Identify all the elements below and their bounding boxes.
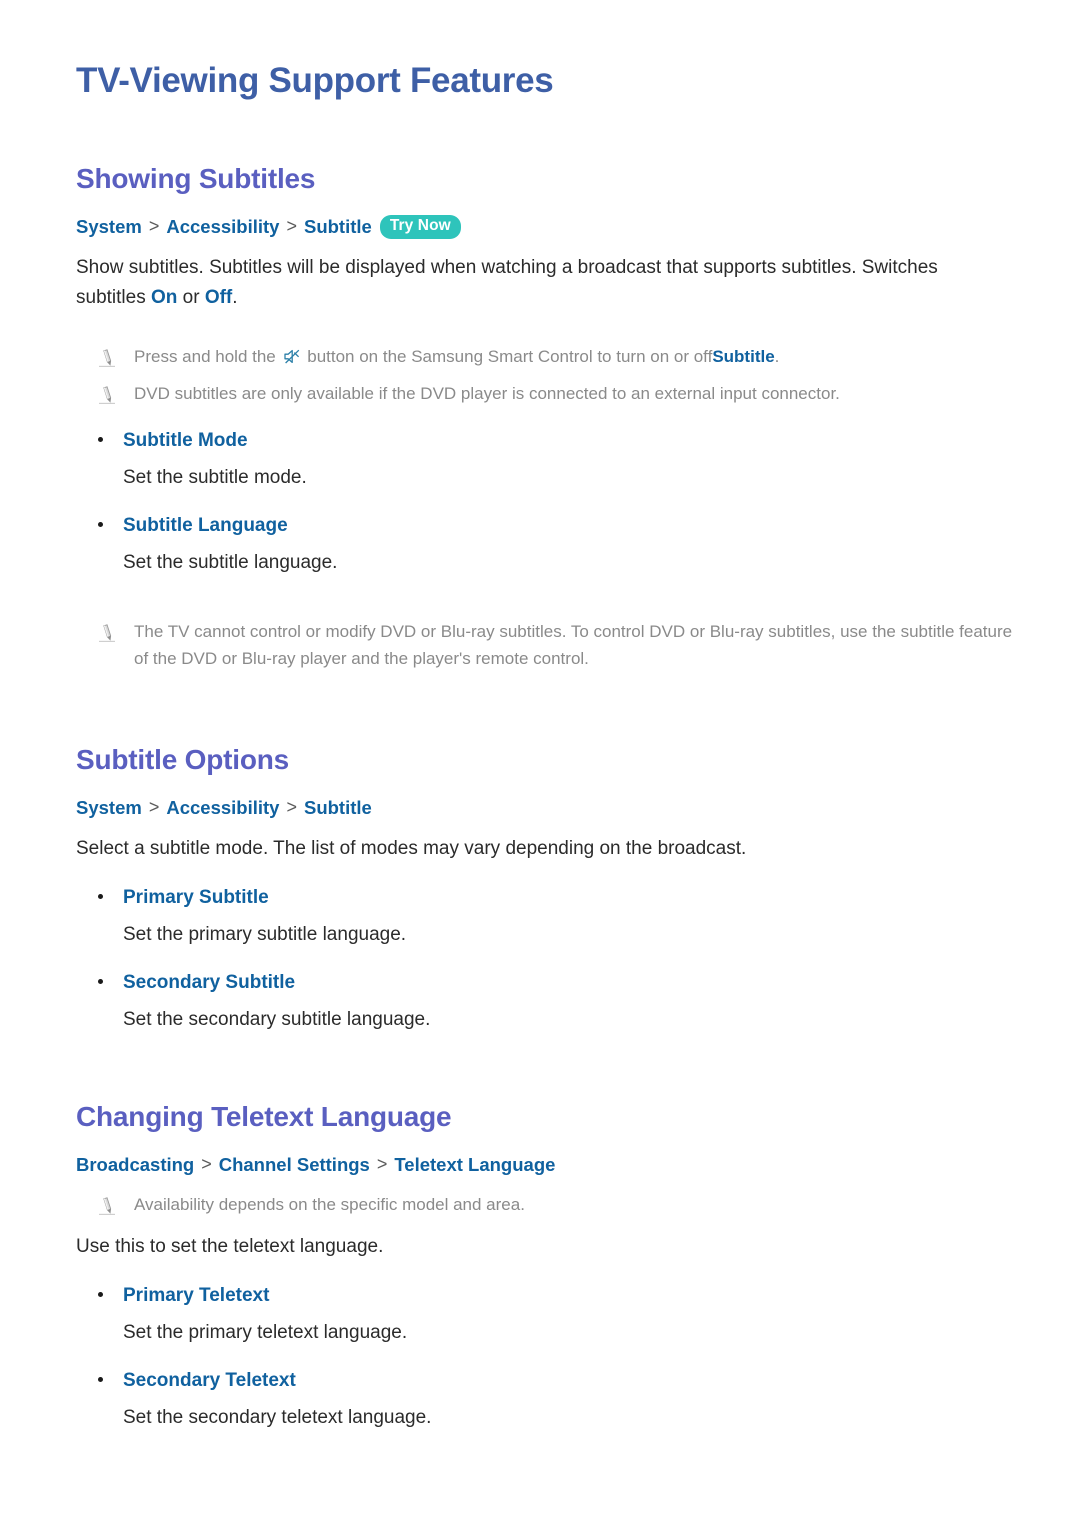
breadcrumb-separator-icon: > bbox=[201, 1154, 212, 1175]
breadcrumb: System > Accessibility > Subtitle Try No… bbox=[76, 214, 1020, 239]
breadcrumb: Broadcasting > Channel Settings > Telete… bbox=[76, 1153, 1020, 1177]
pencil-icon bbox=[96, 347, 118, 369]
section-heading: Showing Subtitles bbox=[76, 162, 316, 194]
description-text-part-2: or bbox=[177, 286, 205, 308]
note-row: The TV cannot control or modify DVD or B… bbox=[96, 618, 1020, 672]
description-text-part-3: . bbox=[232, 286, 238, 308]
list-item: Secondary Subtitle bbox=[98, 971, 1020, 996]
section-heading: Changing Teletext Language bbox=[76, 1100, 452, 1132]
bullet-description: Set the primary teletext language. bbox=[123, 1321, 408, 1343]
section-changing-teletext-language: Changing Teletext Language Broadcasting … bbox=[76, 1101, 1020, 1433]
breadcrumb-item-accessibility[interactable]: Accessibility bbox=[166, 796, 279, 820]
try-now-badge[interactable]: Try Now bbox=[379, 214, 461, 239]
note-text-end: . bbox=[774, 346, 780, 366]
mute-icon bbox=[283, 346, 301, 364]
bullet-label[interactable]: Primary Teletext bbox=[123, 1284, 269, 1309]
list-item: Primary Subtitle bbox=[98, 886, 1020, 911]
section-subtitle-options: Subtitle Options System > Accessibility … bbox=[76, 744, 1020, 1035]
bullet-description: Set the primary subtitle language. bbox=[123, 923, 407, 945]
bullet-dot-icon bbox=[98, 522, 103, 528]
bullet-label[interactable]: Primary Subtitle bbox=[123, 886, 269, 911]
breadcrumb-separator-icon: > bbox=[148, 216, 160, 237]
note-text-after: button on the Samsung Smart Control to t… bbox=[307, 346, 713, 366]
section-description: Use this to set the teletext language. bbox=[76, 1235, 384, 1257]
bullet-dot-icon bbox=[98, 437, 103, 443]
pencil-icon bbox=[96, 384, 118, 406]
note-text: DVD subtitles are only available if the … bbox=[134, 383, 840, 403]
note-row: DVD subtitles are only available if the … bbox=[96, 380, 1020, 407]
highlight-off: Off bbox=[204, 286, 233, 308]
breadcrumb-item-accessibility[interactable]: Accessibility bbox=[166, 215, 279, 239]
breadcrumb: System > Accessibility > Subtitle bbox=[76, 796, 1020, 820]
list-item: Secondary Teletext bbox=[98, 1369, 1020, 1394]
section-description: Select a subtitle mode. The list of mode… bbox=[76, 838, 747, 860]
bullet-label[interactable]: Secondary Subtitle bbox=[123, 971, 295, 996]
section-showing-subtitles: Showing Subtitles System > Accessibility… bbox=[76, 163, 1020, 672]
bullet-dot-icon bbox=[98, 1291, 103, 1297]
note-row: Availability depends on the specific mod… bbox=[96, 1191, 1020, 1218]
highlight-on: On bbox=[150, 286, 178, 308]
bullet-dot-icon bbox=[98, 1377, 103, 1383]
list-item: Primary Teletext bbox=[98, 1284, 1020, 1309]
breadcrumb-item-system[interactable]: System bbox=[76, 215, 142, 239]
bullet-label[interactable]: Secondary Teletext bbox=[123, 1369, 296, 1394]
note-highlight-subtitle: Subtitle bbox=[712, 346, 775, 366]
note-text: Availability depends on the specific mod… bbox=[134, 1194, 525, 1214]
bullet-description: Set the secondary teletext language. bbox=[123, 1406, 432, 1428]
list-item: Subtitle Mode bbox=[98, 429, 1020, 454]
bullet-label[interactable]: Subtitle Language bbox=[123, 514, 288, 539]
note-text: The TV cannot control or modify DVD or B… bbox=[134, 621, 1013, 668]
breadcrumb-separator-icon: > bbox=[148, 797, 160, 818]
section-heading: Subtitle Options bbox=[76, 743, 290, 775]
note-text: Press and hold the button on the Samsung… bbox=[134, 343, 779, 370]
pencil-icon bbox=[96, 622, 118, 644]
page-title: TV-Viewing Support Features bbox=[76, 61, 554, 100]
bullet-description: Set the subtitle mode. bbox=[123, 466, 307, 488]
note-text-before: Press and hold the bbox=[134, 346, 276, 366]
breadcrumb-separator-icon: > bbox=[286, 797, 297, 818]
breadcrumb-item-channel-settings[interactable]: Channel Settings bbox=[219, 1153, 370, 1177]
bullet-label[interactable]: Subtitle Mode bbox=[123, 429, 248, 454]
breadcrumb-separator-icon: > bbox=[376, 1154, 388, 1175]
note-row: Press and hold the button on the Samsung… bbox=[96, 343, 1020, 370]
bullet-description: Set the subtitle language. bbox=[123, 552, 338, 574]
bullet-dot-icon bbox=[98, 894, 103, 900]
breadcrumb-item-system[interactable]: System bbox=[76, 796, 142, 820]
breadcrumb-item-broadcasting[interactable]: Broadcasting bbox=[76, 1153, 194, 1177]
bullet-dot-icon bbox=[98, 979, 103, 985]
breadcrumb-item-subtitle[interactable]: Subtitle bbox=[304, 215, 372, 239]
breadcrumb-item-subtitle[interactable]: Subtitle bbox=[304, 796, 372, 820]
list-item: Subtitle Language bbox=[98, 514, 1020, 539]
section-description: Show subtitles. Subtitles will be displa… bbox=[76, 253, 976, 313]
bullet-description: Set the secondary subtitle language. bbox=[123, 1009, 431, 1031]
pencil-icon bbox=[96, 1195, 118, 1217]
breadcrumb-separator-icon: > bbox=[286, 216, 297, 237]
breadcrumb-item-teletext-language[interactable]: Teletext Language bbox=[394, 1153, 555, 1177]
document-page: TV-Viewing Support Features Showing Subt… bbox=[0, 0, 1080, 1527]
